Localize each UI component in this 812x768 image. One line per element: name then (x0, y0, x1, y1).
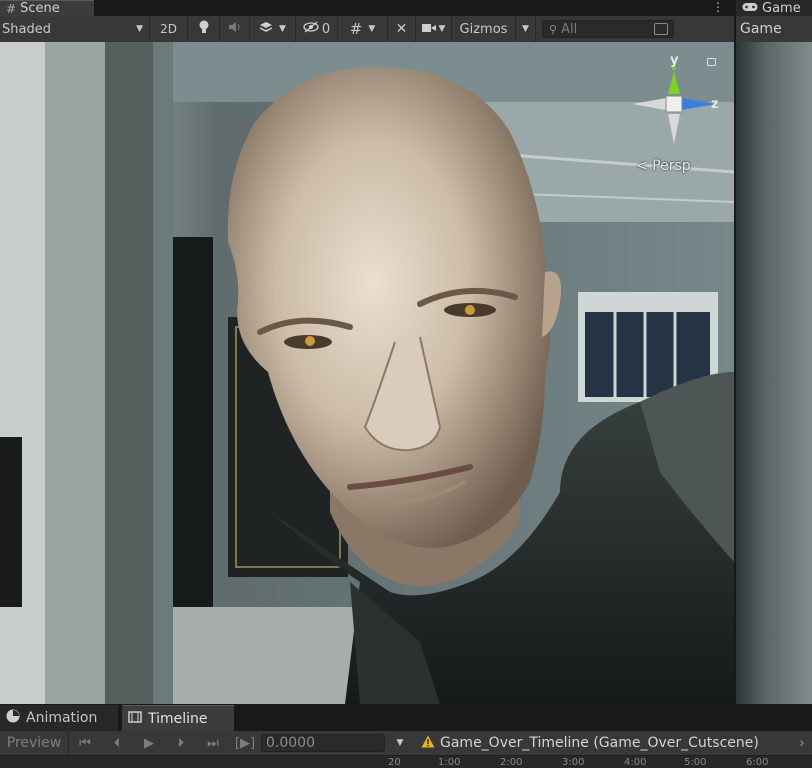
toggle-2d-label: 2D (160, 22, 177, 36)
gizmos-dropdown[interactable]: ▼ (516, 16, 536, 42)
next-frame-button[interactable]: ⏵ (165, 731, 197, 755)
game-view[interactable] (736, 42, 812, 704)
timeline-asset-selector[interactable]: Game_Over_Timeline (Game_Over_Cutscene) (421, 735, 759, 752)
ruler-tick: 3:00 (562, 757, 585, 768)
scene-visibility-toggle[interactable]: 0 (296, 16, 338, 42)
tab-game[interactable]: Game (736, 0, 812, 16)
neg-y-axis-cone (668, 114, 680, 144)
ruler-tick: 20 (388, 757, 401, 768)
orientation-gizmo[interactable] (624, 54, 724, 154)
step-forward-icon: ⏵ (177, 735, 185, 751)
warning-icon (421, 735, 435, 752)
tab-game-label: Game (762, 0, 801, 16)
preview-label: Preview (6, 735, 62, 751)
gizmo-z-label: z (711, 97, 719, 112)
timeline-ruler[interactable]: 20 1:00 2:00 3:00 4:00 5:00 6:00 (0, 755, 812, 768)
game-toolbar: Game (735, 16, 812, 42)
play-button[interactable]: ▶ (133, 731, 165, 755)
draw-mode-dropdown[interactable]: Shaded ▼ (0, 16, 150, 42)
go-to-start-button[interactable]: ⏮ (69, 731, 101, 755)
chevron-down-icon: ▼ (279, 24, 286, 34)
tools-icon: ✕ (395, 21, 408, 37)
camera-icon (421, 22, 436, 37)
animation-icon (6, 709, 20, 727)
tab-scene[interactable]: # Scene (0, 0, 94, 16)
timeline-asset-name: Game_Over_Timeline (Game_Over_Cutscene) (440, 735, 759, 751)
tab-scene-label: Scene (20, 1, 60, 16)
tools-button[interactable]: ✕ (388, 16, 416, 42)
grid-snap-dropdown[interactable]: # ▼ (338, 16, 388, 42)
chevron-right-icon[interactable]: › (792, 731, 812, 755)
chevron-down-icon: ▼ (522, 24, 529, 34)
hidden-count: 0 (321, 21, 331, 37)
tab-animation-label: Animation (26, 710, 98, 726)
tab-menu-icon[interactable]: ⋮ (712, 0, 724, 16)
gamepad-icon (742, 1, 758, 16)
go-to-end-button[interactable]: ⏭ (197, 731, 229, 755)
time-format-dropdown[interactable]: ▼ (385, 731, 415, 755)
search-placeholder: All (561, 21, 578, 37)
ruler-tick: 4:00 (624, 757, 647, 768)
audio-toggle[interactable] (220, 16, 250, 42)
effects-dropdown[interactable]: ▼ (250, 16, 296, 42)
camera-dropdown[interactable]: ▼ (416, 16, 452, 42)
preview-button[interactable]: Preview (0, 731, 69, 755)
tab-animation[interactable]: Animation (0, 705, 118, 731)
chevron-down-icon: ▼ (368, 24, 376, 34)
timeline-toolbar: Preview ⏮ ⏴ ▶ ⏵ ⏭ [▶] 0.0000 ▼ Game_Over… (0, 731, 812, 755)
play-icon: ▶ (144, 735, 154, 751)
gizmo-y-label: y (670, 53, 679, 68)
toggle-2d-button[interactable]: 2D (150, 16, 188, 42)
projection-toggle[interactable]: < Persp (636, 158, 691, 174)
maximize-icon[interactable] (654, 23, 668, 35)
lighting-toggle[interactable] (188, 16, 220, 42)
previous-frame-button[interactable]: ⏴ (101, 731, 133, 755)
play-range-icon: [▶] (234, 735, 256, 751)
chevron-down-icon: ▼ (136, 24, 143, 34)
projection-label: Persp (652, 158, 691, 174)
y-axis-cone (668, 72, 680, 94)
draw-mode-value: Shaded (2, 21, 51, 37)
chevron-down-icon: ▼ (438, 24, 446, 34)
eye-slash-icon (303, 21, 319, 37)
tab-timeline[interactable]: Timeline (122, 705, 234, 731)
ruler-tick: 2:00 (500, 757, 523, 768)
search-icon: ⚲ (549, 22, 558, 36)
ruler-tick: 5:00 (684, 757, 707, 768)
editor-tab-strip (0, 0, 812, 16)
step-back-icon: ⏴ (113, 735, 121, 751)
scene-toolbar: Shaded ▼ 2D ▼ 0 # ▼ ✕ ▼ Gizmos ▼ ⚲ All (0, 16, 734, 43)
ruler-tick: 6:00 (746, 757, 769, 768)
hash-icon: # (6, 1, 17, 16)
timeline-icon (128, 710, 142, 727)
layers-icon (259, 21, 273, 37)
play-range-button[interactable]: [▶] (229, 731, 261, 755)
gizmos-label: Gizmos (459, 21, 508, 37)
chevron-left-icon: < (636, 158, 648, 174)
gizmos-button[interactable]: Gizmos (452, 16, 516, 42)
game-display-dropdown[interactable]: Game (740, 21, 782, 37)
lock-icon[interactable] (707, 58, 716, 66)
x-axis-cone (632, 98, 666, 110)
tab-timeline-label: Timeline (148, 710, 208, 727)
lightbulb-icon (198, 20, 210, 38)
skip-start-icon: ⏮ (79, 735, 91, 751)
ruler-tick: 1:00 (438, 757, 461, 768)
skip-end-icon: ⏭ (207, 735, 219, 751)
grid-icon: # (349, 20, 363, 38)
current-time-field[interactable]: 0.0000 (261, 734, 385, 752)
gizmo-center-cube (665, 95, 683, 113)
speaker-icon (228, 21, 242, 37)
